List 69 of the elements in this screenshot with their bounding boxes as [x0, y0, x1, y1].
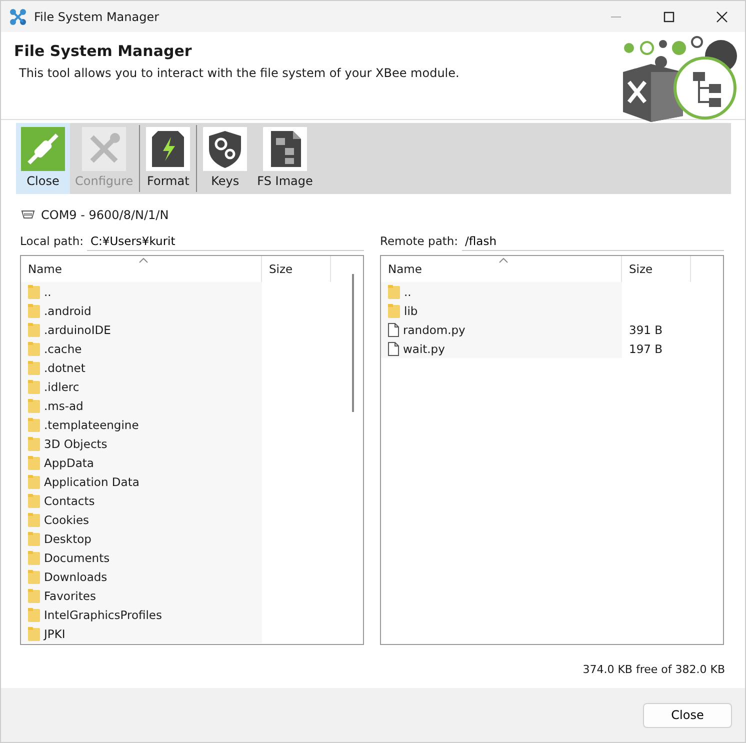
file-name[interactable]: .dotnet	[44, 360, 86, 374]
folder-icon	[388, 304, 400, 318]
folder-icon	[28, 474, 40, 488]
file-name[interactable]: Favorites	[44, 588, 96, 602]
window-title: File System Manager	[34, 10, 160, 24]
column-header[interactable]: Size	[262, 256, 331, 282]
file-name[interactable]: .cache	[44, 342, 82, 356]
folder-icon	[28, 418, 40, 432]
folder-icon	[28, 512, 40, 526]
dialog-title: File System Manager	[14, 42, 193, 60]
folder-icon	[28, 626, 40, 640]
free-space-label: 374.0 KB free of 382.0 KB	[582, 663, 725, 676]
file-name[interactable]: ..	[44, 284, 52, 298]
description-text: This tool allows you to interact with the file system of your XBee module.	[18, 66, 460, 80]
folder-icon	[28, 550, 40, 564]
folder-icon	[28, 570, 40, 584]
tools-icon	[82, 127, 126, 171]
folder-icon	[28, 532, 40, 546]
plug-icon	[21, 127, 65, 171]
file-name[interactable]: lib	[404, 304, 418, 318]
file-name[interactable]: ..	[404, 284, 412, 298]
file-icon	[388, 322, 399, 336]
file-name[interactable]: AppData	[44, 456, 94, 470]
path-label: Remote path:	[380, 234, 458, 248]
path-label: Local path:	[20, 234, 84, 248]
file-name[interactable]: Desktop	[44, 532, 92, 546]
maximize-icon[interactable]	[663, 10, 675, 22]
folder-icon	[28, 322, 40, 336]
column-header[interactable]: Size	[622, 256, 691, 282]
file-name[interactable]: wait.py	[403, 342, 445, 356]
folder-icon	[28, 494, 40, 508]
document-tree-icon	[263, 127, 308, 171]
scrollbar-thumb[interactable]	[352, 274, 354, 412]
folder-icon	[28, 588, 40, 602]
file-icon	[388, 342, 399, 356]
folder-icon	[28, 380, 40, 394]
close-button[interactable]: Close	[643, 702, 732, 728]
file-name[interactable]: JPKI	[44, 626, 66, 640]
file-name[interactable]: .android	[44, 304, 92, 318]
folder-icon	[28, 284, 40, 298]
folder-icon	[28, 436, 40, 450]
toolbar-button[interactable]: Keys	[198, 123, 252, 194]
shield-gears-icon	[203, 127, 248, 171]
file-name[interactable]: random.py	[403, 322, 466, 336]
file-name[interactable]: Downloads	[44, 570, 108, 584]
folder-icon	[28, 360, 40, 374]
file-name[interactable]: 3D Objects	[44, 436, 108, 450]
file-name[interactable]: .ms-ad	[44, 398, 84, 412]
file-name[interactable]: .idlerc	[44, 380, 80, 394]
toolbar-button[interactable]: Close	[16, 123, 70, 194]
app-icon	[9, 8, 27, 26]
folder-icon	[28, 342, 40, 356]
file-name[interactable]: Contacts	[44, 494, 95, 508]
folder-icon	[28, 304, 40, 318]
toolbar-button[interactable]: Format	[141, 123, 196, 194]
sort-caret-icon	[139, 258, 148, 263]
serial-port-icon	[21, 210, 35, 220]
folder-icon	[28, 608, 40, 622]
folder-icon	[28, 456, 40, 470]
chip-icon	[146, 127, 190, 171]
folder-icon	[28, 398, 40, 412]
sort-caret-icon	[499, 258, 508, 263]
connection-label: COM9 - 9600/8/N/1/N	[41, 208, 169, 222]
toolbar-button[interactable]: FS Image	[252, 123, 318, 194]
file-size: 197 B	[629, 342, 662, 356]
folder-icon	[388, 284, 400, 298]
file-name[interactable]: Cookies	[44, 512, 90, 526]
file-size: 391 B	[629, 322, 662, 336]
close-icon[interactable]	[716, 10, 728, 22]
